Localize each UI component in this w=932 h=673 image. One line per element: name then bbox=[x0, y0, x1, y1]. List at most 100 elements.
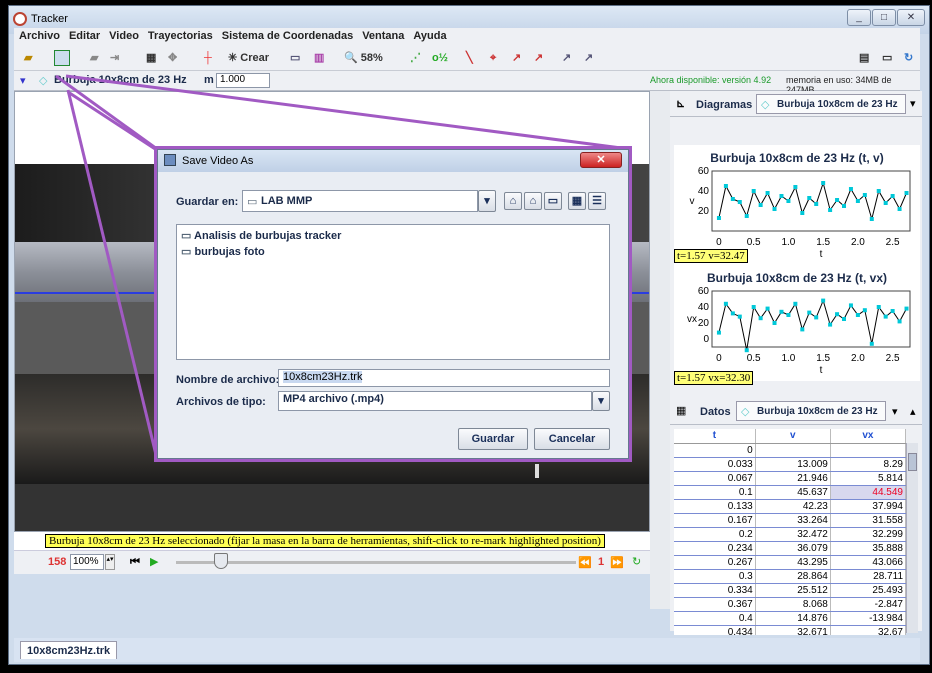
table-row[interactable]: 0.334 25.512 25.493 bbox=[674, 583, 906, 598]
timeline-slider[interactable] bbox=[214, 553, 228, 569]
table-row[interactable]: 0.367 8.068 -2.847 bbox=[674, 597, 906, 612]
table-cell[interactable] bbox=[830, 443, 906, 458]
step-size[interactable]: 1 bbox=[598, 556, 604, 568]
plot-track-select[interactable]: ◇ Burbuja 10x8cm de 23 Hz bbox=[756, 94, 906, 114]
table-cell[interactable]: 8.068 bbox=[755, 597, 831, 612]
filename-input[interactable]: 10x8cm23Hz.trk bbox=[278, 369, 610, 387]
table-cell[interactable]: 32.472 bbox=[755, 527, 831, 542]
table-cell[interactable]: 21.946 bbox=[755, 471, 831, 486]
table-row[interactable]: 0.033 13.009 8.29 bbox=[674, 457, 906, 472]
mass-field[interactable]: 1.000 bbox=[216, 73, 270, 88]
velocity-icon[interactable]: ↗ bbox=[512, 50, 521, 67]
momentum-icon[interactable]: ↗ bbox=[584, 50, 593, 67]
table-cell[interactable]: 13.009 bbox=[755, 457, 831, 472]
table-row[interactable]: 0.167 33.264 31.558 bbox=[674, 513, 906, 528]
table-cell[interactable]: 0.434 bbox=[674, 625, 756, 635]
rate-field[interactable]: 100% bbox=[70, 554, 104, 570]
table-cell[interactable]: 0.234 bbox=[674, 541, 756, 556]
table-cell[interactable]: 5.814 bbox=[830, 471, 906, 486]
table-row[interactable]: 0.234 36.079 35.888 bbox=[674, 541, 906, 556]
filter-icon[interactable]: ▥ bbox=[314, 50, 324, 67]
table-row[interactable]: 0.434 32.671 32.67 bbox=[674, 625, 906, 635]
plot-dropdown-icon[interactable]: ▾ bbox=[910, 97, 916, 110]
loop-button[interactable]: ↻ bbox=[632, 555, 641, 568]
table-row[interactable]: 0.1 45.637 44.549 bbox=[674, 485, 906, 500]
look-in-dropdown-icon[interactable]: ▾ bbox=[478, 190, 496, 212]
menu-video[interactable]: Video bbox=[104, 28, 143, 42]
table-row[interactable]: 0.4 14.876 -13.984 bbox=[674, 611, 906, 626]
table-cell[interactable]: 0.067 bbox=[674, 471, 756, 486]
maximize-button[interactable]: □ bbox=[872, 9, 896, 26]
scroll-thumb[interactable] bbox=[908, 453, 917, 471]
table-cell[interactable]: 0.2 bbox=[674, 527, 756, 542]
data-dropdown-icon[interactable]: ▾ bbox=[892, 405, 898, 418]
table-cell[interactable]: 0.267 bbox=[674, 555, 756, 570]
file-list[interactable]: ▭ Analisis de burbujas tracker ▭ burbuja… bbox=[176, 224, 610, 360]
table-row[interactable]: 0 bbox=[674, 443, 906, 458]
table-row[interactable]: 0.133 42.23 37.994 bbox=[674, 499, 906, 514]
data-table[interactable]: t v vx 0 0.033 13.009 8.29 0.067 21.946 5.814 0… bbox=[674, 429, 906, 635]
table-cell[interactable]: 42.23 bbox=[755, 499, 831, 514]
open-icon[interactable]: ▰ bbox=[24, 50, 32, 67]
table-cell[interactable]: 0.334 bbox=[674, 583, 756, 598]
clip-settings-icon[interactable]: ▦ bbox=[146, 50, 156, 67]
step-back-button[interactable]: ⏪ bbox=[578, 556, 592, 569]
col-vx[interactable]: vx bbox=[830, 429, 906, 444]
table-cell[interactable]: -2.847 bbox=[830, 597, 906, 612]
vectors-sum-icon[interactable]: ↗ bbox=[562, 50, 571, 67]
menu-ventana[interactable]: Ventana bbox=[357, 28, 408, 42]
window-icon[interactable]: ▭ bbox=[882, 50, 892, 67]
table-cell[interactable]: 0 bbox=[674, 443, 756, 458]
list-view-icon[interactable]: ▦ bbox=[568, 192, 586, 210]
table-cell[interactable]: 0.4 bbox=[674, 611, 756, 626]
acceleration-icon[interactable]: ↗ bbox=[534, 50, 543, 67]
track-menu-icon[interactable]: ▾ bbox=[20, 74, 26, 87]
table-cell[interactable]: 36.079 bbox=[755, 541, 831, 556]
position-icon[interactable]: ⌖ bbox=[490, 50, 496, 67]
table-cell[interactable]: 28.711 bbox=[830, 569, 906, 584]
calibration-icon[interactable]: ✥ bbox=[168, 50, 177, 67]
table-row[interactable]: 0.3 28.864 28.711 bbox=[674, 569, 906, 584]
import-icon[interactable]: ▰ bbox=[90, 50, 98, 67]
plot-2-svg[interactable]: 0 0.5 1.0 1.5 2.0 2.5 0 20 40 60 t vx bbox=[674, 285, 920, 381]
file-tab[interactable]: 10x8cm23Hz.trk bbox=[20, 641, 118, 659]
look-in-combo[interactable]: ▭ LAB MMP bbox=[242, 190, 478, 212]
save-video-icon[interactable] bbox=[54, 50, 70, 66]
collapse-icon[interactable]: ▴ bbox=[910, 405, 916, 418]
table-cell[interactable]: 14.876 bbox=[755, 611, 831, 626]
trail-icon[interactable]: ⋰ bbox=[410, 50, 421, 67]
notes-icon[interactable]: ▤ bbox=[859, 50, 869, 67]
table-cell[interactable]: 8.29 bbox=[830, 457, 906, 472]
minimize-button[interactable]: _ bbox=[847, 9, 871, 26]
table-scrollbar[interactable] bbox=[906, 443, 918, 633]
table-cell[interactable]: 0.1 bbox=[674, 485, 756, 500]
table-cell[interactable]: 32.299 bbox=[830, 527, 906, 542]
table-cell[interactable]: 33.264 bbox=[755, 513, 831, 528]
menu-ayuda[interactable]: Ayuda bbox=[408, 28, 450, 42]
table-cell[interactable]: -13.984 bbox=[830, 611, 906, 626]
menu-coordenadas[interactable]: Sistema de Coordenadas bbox=[217, 28, 357, 42]
col-v[interactable]: v bbox=[755, 429, 831, 444]
new-folder-icon[interactable]: ▭ bbox=[544, 192, 562, 210]
update-notice[interactable]: Ahora disponible: versión 4.92 bbox=[650, 75, 771, 85]
plot-tab-label[interactable]: Diagramas bbox=[696, 99, 752, 111]
table-cell[interactable]: 28.864 bbox=[755, 569, 831, 584]
track-name[interactable]: Burbuja 10x8cm de 23 Hz bbox=[54, 74, 187, 86]
table-cell[interactable]: 32.671 bbox=[755, 625, 831, 635]
filetype-dropdown-icon[interactable]: ▾ bbox=[592, 391, 610, 411]
table-cell[interactable]: 32.67 bbox=[830, 625, 906, 635]
table-row[interactable]: 0.067 21.946 5.814 bbox=[674, 471, 906, 486]
save-button[interactable]: Guardar bbox=[458, 428, 528, 450]
table-row[interactable]: 0.2 32.472 32.299 bbox=[674, 527, 906, 542]
filetype-combo[interactable]: MP4 archivo (.mp4) bbox=[278, 391, 592, 411]
menu-archivo[interactable]: Archivo bbox=[14, 28, 64, 42]
cancel-button[interactable]: Cancelar bbox=[534, 428, 610, 450]
data-track-select[interactable]: ◇ Burbuja 10x8cm de 23 Hz bbox=[736, 401, 886, 421]
col-t[interactable]: t bbox=[674, 429, 756, 444]
reset-button[interactable]: ⏮ bbox=[130, 556, 140, 569]
table-cell[interactable]: 0.167 bbox=[674, 513, 756, 528]
play-button[interactable]: ▶ bbox=[150, 555, 158, 568]
table-cell[interactable]: 43.295 bbox=[755, 555, 831, 570]
table-cell[interactable]: 25.512 bbox=[755, 583, 831, 598]
up-folder-icon[interactable]: ⌂ bbox=[504, 192, 522, 210]
